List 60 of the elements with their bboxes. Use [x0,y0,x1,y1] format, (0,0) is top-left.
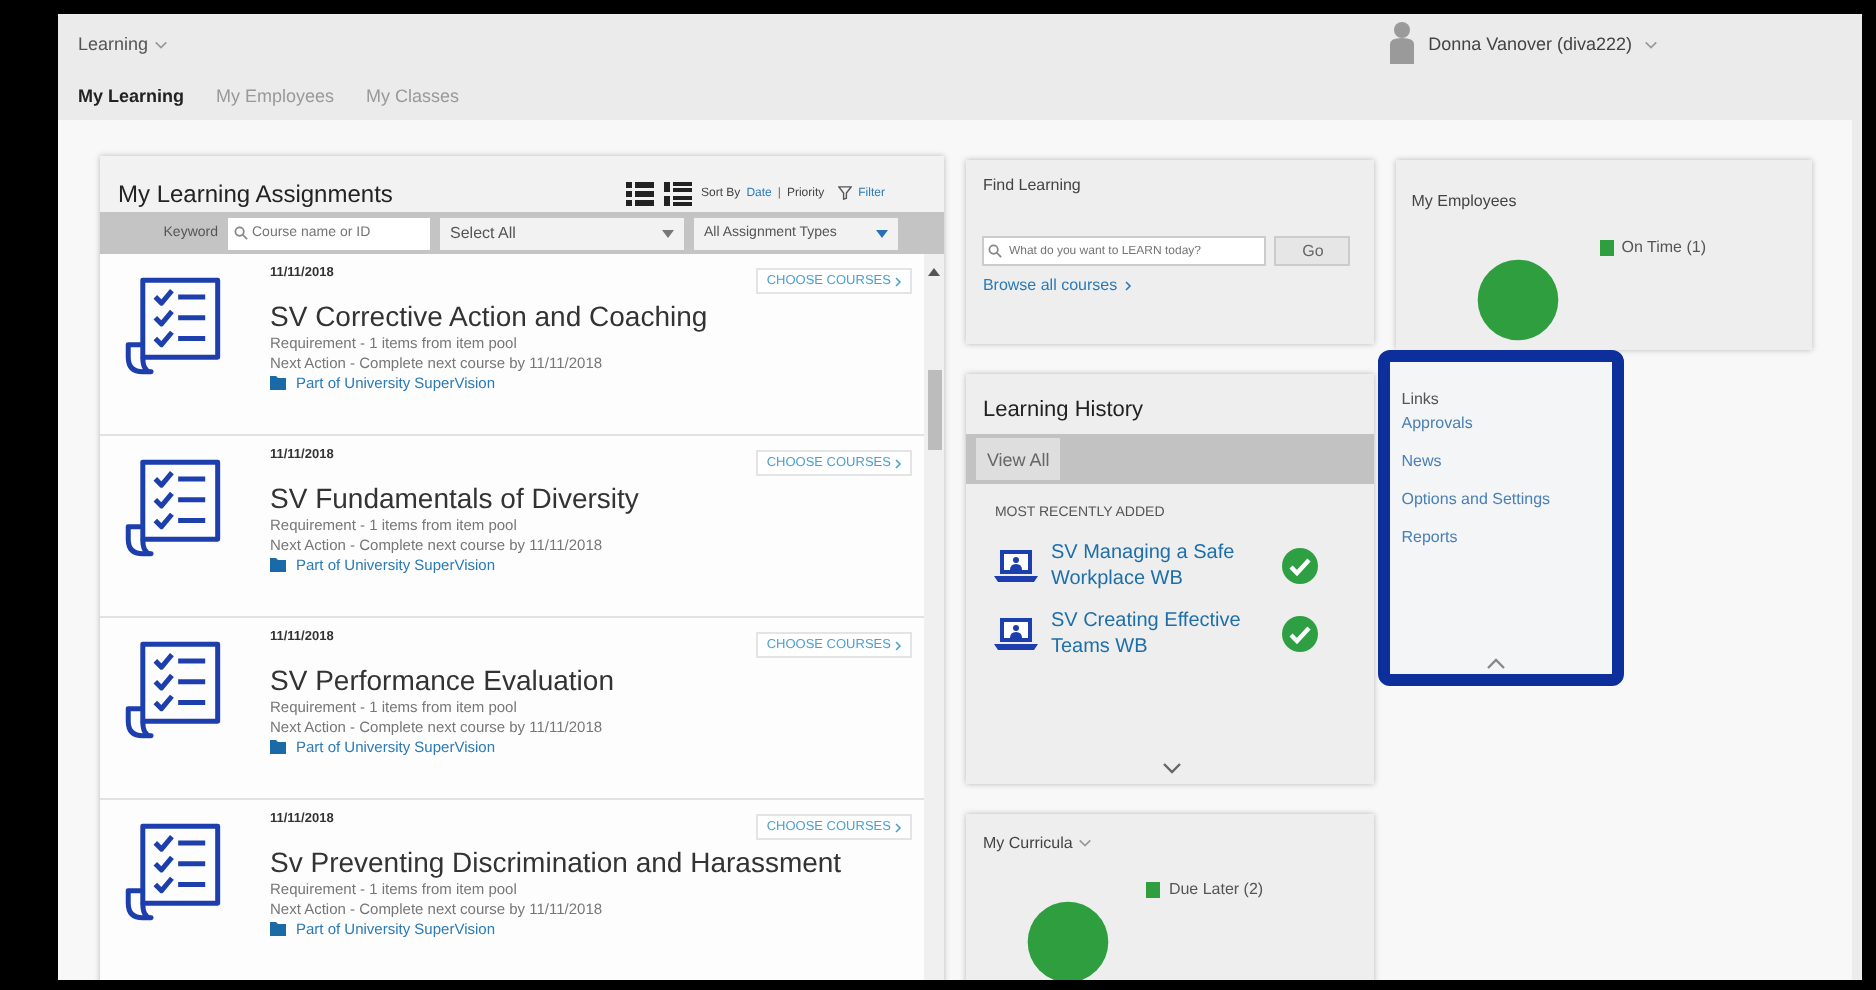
chevron-right-icon [894,639,903,651]
scroll-thumb[interactable] [927,370,942,450]
chevron-right-icon [894,821,903,833]
link[interactable]: Reports [1401,528,1600,546]
search-icon [988,244,1003,258]
checklist-icon [122,274,226,378]
laptop-icon [994,616,1039,652]
scroll-up-icon[interactable] [928,268,941,276]
checklist-icon [122,456,226,560]
chevron-up-icon[interactable] [1485,658,1506,670]
checklist-icon [122,638,226,742]
panel-title: Links [1401,390,1441,408]
checklist-icon [122,820,226,924]
dropdown-arrow-icon [662,229,674,237]
link[interactable]: News [1401,452,1600,470]
chevron-right-icon [894,275,903,287]
tab[interactable]: My Classes [366,86,460,106]
chevron-right-icon [894,457,903,469]
go-button[interactable]: Go [1274,236,1351,266]
legend-label: Due Later (2) [1168,880,1264,898]
tab[interactable]: My Learning [78,86,185,106]
browse-courses-link[interactable]: Browse all courses [982,276,1358,294]
dropdown-arrow-icon [876,229,888,237]
app-menu[interactable]: Learning [78,34,169,54]
chevron-down-icon [1078,838,1093,848]
view-all-button[interactable]: View All [976,438,1060,480]
chevron-down-icon [154,39,169,49]
status-select[interactable]: Select All [440,217,684,249]
filter-icon [838,186,853,200]
card-title: My Employees [1411,192,1517,210]
search-icon [234,226,248,240]
user-menu[interactable]: Donna Vanover (diva222) [1428,34,1632,54]
card-title: My Learning Assignments [118,179,393,207]
folder-icon [270,922,286,936]
user-avatar-icon [1388,20,1417,68]
folder-icon [270,558,286,572]
card-title[interactable]: My Curricula [982,834,1073,852]
link[interactable]: Options and Settings [1401,490,1600,508]
pie-chart-drawing [1026,900,1111,980]
chevron-right-icon [1123,279,1132,291]
folder-icon [270,740,286,754]
folder-icon [270,376,286,390]
laptop-icon [994,548,1039,584]
list-view-icon[interactable] [625,181,653,205]
pie-chart-drawing [1475,258,1560,342]
card-title: Learning History [980,396,1146,426]
link[interactable]: Approvals [1401,414,1600,432]
chevron-down-icon [1644,39,1658,49]
scrollbar[interactable] [924,254,945,980]
card-title: Find Learning [982,176,1083,194]
course-link[interactable]: SV Creating Effective Teams WB [1050,608,1271,660]
legend-label: On Time (1) [1621,238,1706,256]
course-title[interactable]: Sv Preventing Discrimination and Harassment [270,846,842,878]
course-title[interactable]: SV Fundamentals of Diversity [270,482,639,514]
chevron-down-icon[interactable] [1162,762,1183,774]
tab[interactable]: My Employees [216,86,335,106]
course-title[interactable]: SV Performance Evaluation [270,664,614,696]
detail-view-icon[interactable] [663,181,691,205]
course-title[interactable]: SV Corrective Action and Coaching [270,300,708,332]
course-link[interactable]: SV Managing a Safe Workplace WB [1050,540,1271,592]
